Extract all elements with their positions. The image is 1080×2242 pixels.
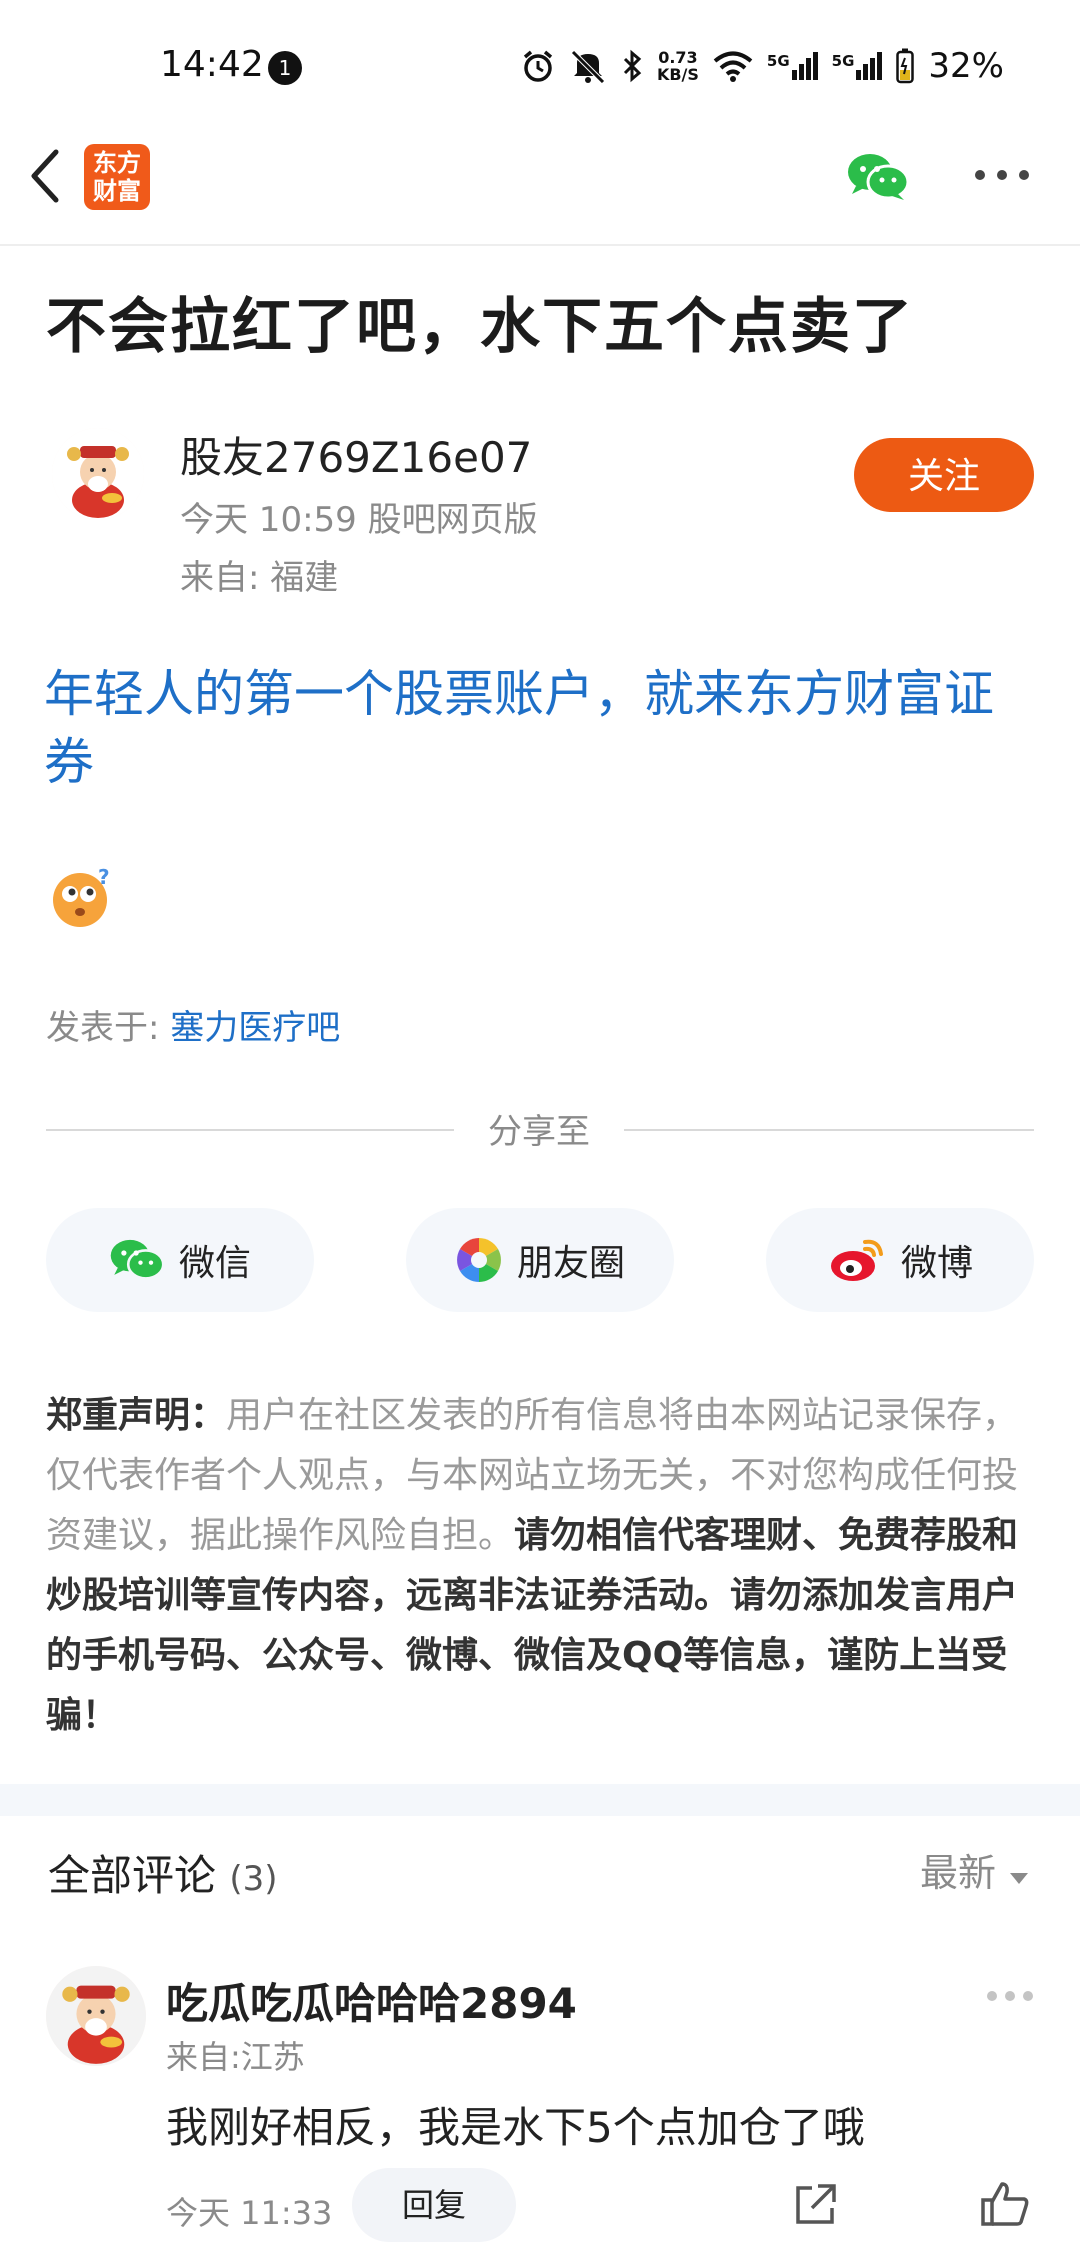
- chevron-down-icon: [1010, 1873, 1029, 1884]
- top-nav-bar: [0, 140, 1080, 246]
- signal-icon-2: 5G: [832, 52, 883, 80]
- net-speed: 0.73 KB/S: [656, 48, 699, 84]
- share-moments-button[interactable]: 朋友圈: [406, 1208, 674, 1312]
- posted-in: 发表于: 塞力医疗吧: [46, 1008, 341, 1048]
- share-moments-label: 朋友圈: [516, 1243, 625, 1284]
- signal-icon-1: 5G: [767, 52, 818, 80]
- disclaimer: 郑重声明：用户在社区发表的所有信息将由本网站记录保存，仅代表作者个人观点，与本网…: [46, 1395, 1019, 1736]
- follow-button[interactable]: 关注: [854, 438, 1034, 512]
- like-icon[interactable]: [980, 2180, 1030, 2228]
- more-icon[interactable]: [986, 1990, 1034, 2002]
- emoji-icon: ?: [53, 866, 110, 927]
- share-weibo-label: 微博: [900, 1243, 973, 1284]
- share-wechat-label: 微信: [178, 1243, 251, 1284]
- comment-time: 今天 11:33: [166, 2194, 333, 2232]
- alarm-icon: [523, 50, 553, 82]
- moments-icon: [457, 1238, 501, 1282]
- avatar-icon: [52, 428, 144, 520]
- commenter-name[interactable]: 吃瓜吃瓜哈哈哈2894: [166, 1970, 577, 2031]
- bluetooth-icon: [623, 49, 642, 83]
- sort-dropdown[interactable]: 最新: [920, 1842, 1030, 1897]
- wechat-icon[interactable]: [846, 150, 910, 204]
- divider-left: [46, 1129, 454, 1131]
- author-location: 来自: 福建: [180, 558, 339, 598]
- wechat-icon: [110, 1239, 165, 1280]
- divider-right: [624, 1129, 1034, 1131]
- avatar-icon: [46, 1966, 146, 2066]
- author-avatar[interactable]: [52, 428, 144, 520]
- battery-percent: 32%: [928, 46, 1004, 86]
- share-label: 分享至: [488, 1112, 590, 1152]
- back-arrow-icon[interactable]: [22, 146, 70, 206]
- share-icon[interactable]: [792, 2180, 840, 2228]
- post-time-source: 今天 10:59 股吧网页版: [180, 500, 538, 540]
- author-name[interactable]: 股友2769Z16e07: [180, 424, 532, 485]
- post-title: 不会拉红了吧，水下五个点卖了: [46, 292, 914, 362]
- commenter-avatar[interactable]: [46, 1966, 146, 2066]
- comment-text: 我刚好相反，我是水下5个点加仓了哦: [166, 2103, 865, 2152]
- app-logo: 东方 财富: [84, 144, 150, 210]
- share-wechat-button[interactable]: 微信: [46, 1208, 314, 1312]
- share-weibo-button[interactable]: 微博: [766, 1208, 1034, 1312]
- battery-icon: [896, 48, 915, 84]
- weibo-icon: [830, 1239, 883, 1281]
- comments-count: (3): [229, 1859, 278, 1899]
- notification-badge: 1: [268, 51, 302, 85]
- status-icons: 0.73 KB/S 5G 5G 32%: [521, 46, 1004, 86]
- more-icon[interactable]: [972, 160, 1032, 190]
- promo-link[interactable]: 年轻人的第一个股票账户，就来东方财富证券: [44, 660, 1034, 796]
- wifi-icon: [713, 51, 753, 82]
- status-bar: 14:42 1 0.73 KB/S 5G 5G 32%: [0, 0, 1080, 140]
- comments-header: 全部评论 (3): [48, 1851, 278, 1900]
- mute-icon: [571, 50, 605, 83]
- status-time: 14:42: [160, 44, 264, 85]
- svg-text:?: ?: [98, 866, 110, 889]
- bar-link[interactable]: 塞力医疗吧: [170, 1008, 340, 1048]
- commenter-location: 来自:江苏: [166, 2038, 305, 2076]
- section-separator: [0, 1784, 1080, 1816]
- reply-button[interactable]: 回复: [352, 2168, 516, 2242]
